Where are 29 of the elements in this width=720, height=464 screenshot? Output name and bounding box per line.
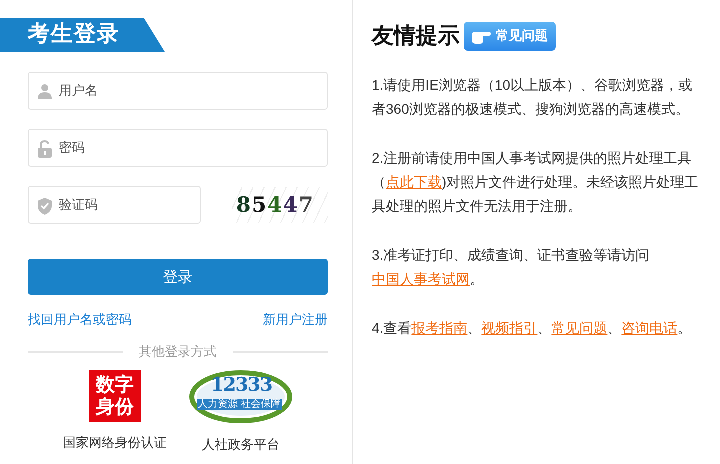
recover-link[interactable]: 找回用户名或密码	[28, 311, 132, 330]
provider-caption: 国家网络身份认证	[63, 435, 167, 453]
divider-label: 其他登录方式	[139, 344, 217, 362]
input-field[interactable]: 用户名	[28, 72, 328, 110]
login-button[interactable]: 登录	[28, 259, 328, 295]
tips-title: 友情提示	[372, 23, 460, 51]
lock-icon	[37, 140, 53, 158]
text-link[interactable]: 视频指引	[482, 320, 538, 336]
provider-caption: 人社政务平台	[202, 437, 280, 455]
logo-number[interactable]: 12333	[211, 375, 272, 396]
shield-icon	[37, 197, 53, 215]
login-title: 考生登录	[0, 18, 165, 52]
text-link[interactable]: 咨询电话	[622, 320, 678, 336]
text-link[interactable]: 常见问题	[552, 320, 608, 336]
logo-slogan: 人力资源 社会保障	[197, 399, 282, 410]
text-link[interactable]: 点此下载	[386, 174, 442, 190]
faq-button[interactable]: 常见问题	[464, 22, 556, 51]
tip-paragraph: 1.请使用IE浏览器（10以上版本）、谷歌浏览器，或者360浏览器的极速模式、搜狗浏览器的高速模式。	[372, 76, 694, 119]
text-link[interactable]: 中国人事考试网	[372, 271, 470, 287]
captcha-image[interactable]: 85447	[232, 187, 328, 223]
register-link[interactable]: 新用户注册	[263, 311, 328, 330]
tip-paragraph: 3.准考证打印、成绩查询、证书查验等请访问 中国人事考试网。	[372, 246, 651, 289]
text-link[interactable]: 报考指南	[412, 320, 468, 336]
tip-paragraph: 2.注册前请使用中国人事考试网提供的照片处理工具（点此下载)对照片文件进行处理。未经该照片处理工具处理的照片文件无法用于注册。	[372, 149, 700, 216]
input-field[interactable]: 密码	[28, 129, 328, 167]
tip-paragraph: 4.查看报考指南、视频指引、常见问题、咨询电话。	[372, 319, 693, 338]
input-field[interactable]: 验证码	[28, 186, 202, 224]
user-icon	[37, 83, 53, 99]
digital-id-logo[interactable]: 数字身份	[89, 370, 141, 422]
